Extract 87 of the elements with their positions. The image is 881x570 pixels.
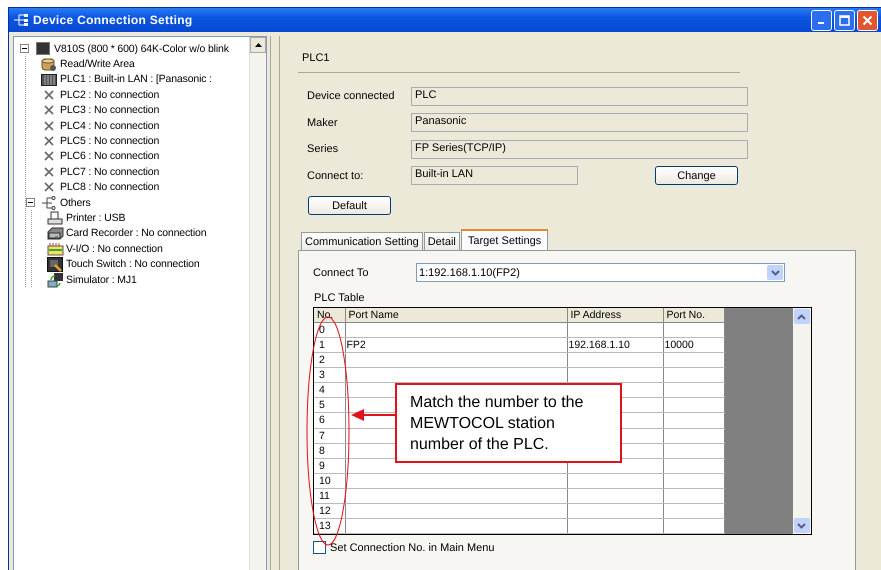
table-cell: 11 [319,490,330,502]
table-cell: 5 [319,399,325,412]
database-icon [41,56,57,72]
readonly-field: Built-in LAN [411,166,578,186]
table-cell: 3 [319,369,325,382]
app-icon [13,14,29,26]
tab[interactable]: Communication Setting [301,232,423,250]
simulator-icon [46,272,64,288]
cross-icon [43,120,55,132]
io-module-icon [46,242,64,256]
table-cell: 192.168.1.10 [568,339,630,352]
column-header[interactable]: Port Name [345,308,567,323]
field-label: Device connected [306,90,396,102]
network-icon [41,196,57,210]
printer-icon [47,210,63,225]
tree-item[interactable]: Simulator : MJ1 [66,274,137,286]
minimize-button[interactable] [811,10,832,30]
table-cell: 10 [319,474,331,487]
touch-switch-icon [47,256,63,272]
close-button[interactable] [857,10,878,30]
table-cell: 13 [319,520,331,532]
table-cell: 6 [319,414,325,426]
readonly-field: Panasonic [411,113,748,132]
checkbox[interactable] [313,541,326,554]
table-cell: 9 [319,460,325,472]
card-reader-icon [46,226,64,240]
section-title: PLC1 [301,51,331,66]
tree-item[interactable]: Read/Write Area [60,58,135,70]
tree-item[interactable]: Others [60,196,91,209]
table-cell: FP2 [346,339,366,352]
cross-icon [43,135,55,148]
cross-icon [43,88,55,101]
column-header[interactable]: IP Address [567,308,663,323]
plc-icon [41,72,57,86]
table-cell: 0 [319,324,325,336]
tree-item[interactable]: Printer : USB [66,212,126,224]
field-label: Maker [306,116,339,129]
table-cell: 10000 [664,339,694,352]
table-cell: 7 [319,430,325,442]
tree-item[interactable]: Card Recorder : No connection [66,227,206,240]
tree-item[interactable]: PLC6 : No connection [60,150,160,162]
tree-item[interactable]: PLC5 : No connection [60,135,160,148]
callout-arrow [351,408,396,422]
connect-to-dropdown[interactable]: 1:192.168.1.10(FP2) [416,263,785,282]
table-cell: 8 [319,444,325,457]
tree-item[interactable]: PLC1 : Built-in LAN : [Panasonic : [60,73,212,86]
cross-icon [43,104,55,116]
field-label: Series [306,143,340,156]
close-icon[interactable] [862,14,873,26]
tree-item[interactable]: V-I/O : No connection [66,242,163,255]
cross-icon [43,166,55,178]
table-cell: 12 [319,504,331,517]
scroll-down-icon[interactable] [797,522,806,528]
scrollbar[interactable] [792,308,811,534]
cross-icon [43,150,55,162]
tree-item[interactable]: PLC3 : No connection [60,104,160,116]
table-cell: 4 [319,384,325,396]
default-button[interactable]: Default [308,196,391,215]
callout-text: Match the number to the MEWTOCOL station number of the PLC. [395,383,622,463]
tree-item[interactable]: PLC7 : No connection [60,166,160,178]
table-cell: 2 [319,354,325,366]
tree-item[interactable]: Touch Switch : No connection [66,258,200,270]
tree-item[interactable]: PLC4 : No connection [60,120,160,132]
window-title: Device Connection Setting [33,13,194,27]
maximize-button[interactable] [834,10,855,30]
readonly-field: PLC [411,86,748,106]
field-label: Connect to: [306,170,364,182]
change-button[interactable]: Change [655,166,738,186]
table-cell: 1 [319,339,325,352]
field-label: Connect To [313,266,370,278]
tree-item[interactable]: V810S (800 * 600) 64K-Color w/o blink [54,42,229,55]
table-title: PLC Table [314,292,366,304]
collapse-toggle-icon[interactable] [26,198,35,208]
tab[interactable]: Target Settings [460,229,548,250]
tree-item[interactable]: PLC8 : No connection [60,181,160,194]
column-header[interactable]: Port No. [663,308,724,323]
maximize-icon[interactable] [839,14,850,26]
tree-item[interactable]: PLC2 : No connection [60,88,160,101]
scroll-up-icon[interactable] [254,43,262,47]
tab[interactable]: Detail [424,232,460,250]
column-header[interactable]: No. [314,308,345,323]
scrollbar[interactable] [249,37,266,570]
readonly-field: FP Series(TCP/IP) [411,140,748,159]
collapse-toggle-icon[interactable] [20,44,29,54]
checkbox-label[interactable]: Set Connection No. in Main Menu [330,542,494,554]
monitor-icon [36,42,50,56]
cross-icon [43,181,55,194]
